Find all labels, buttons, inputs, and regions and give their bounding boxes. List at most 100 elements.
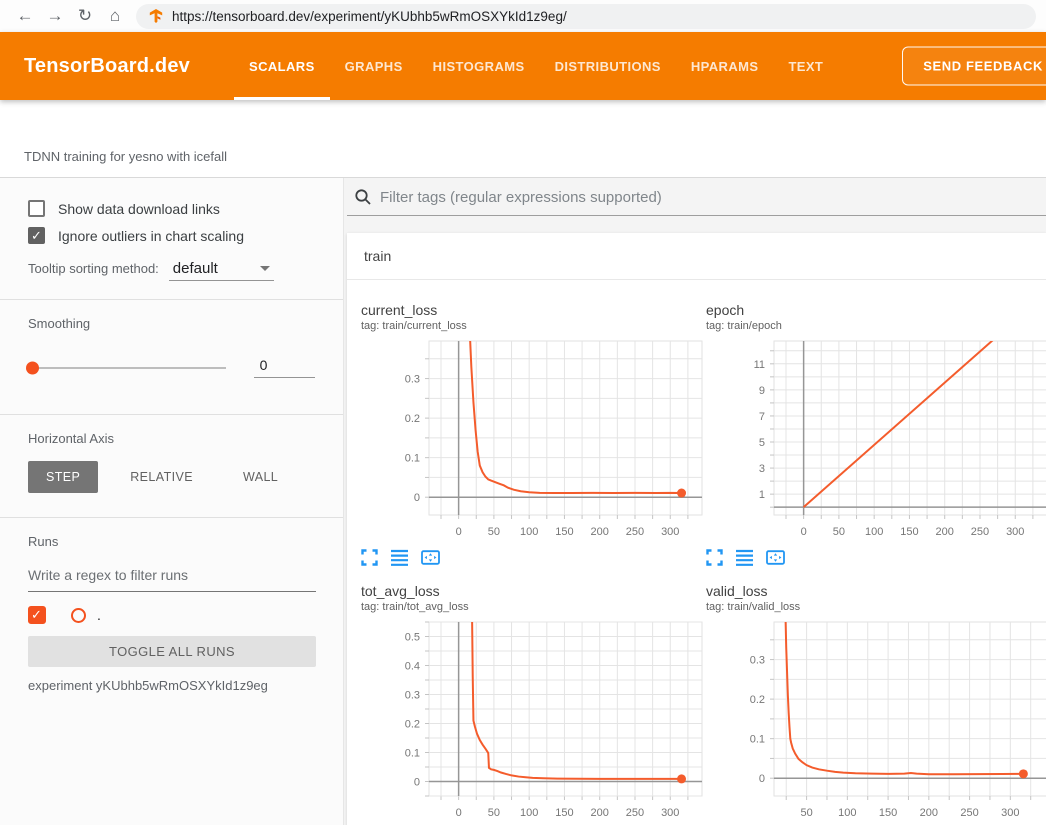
- svg-text:100: 100: [520, 807, 538, 819]
- experiment-subtitle-bar: TDNN training for yesno with icefall: [0, 100, 1046, 178]
- svg-text:0: 0: [456, 526, 462, 538]
- browser-toolbar: ← → ↻ ⌂ https://tensorboard.dev/experime…: [0, 0, 1046, 32]
- horizontal-axis-label: Horizontal Axis: [28, 431, 315, 446]
- svg-text:300: 300: [1001, 807, 1019, 819]
- chart-toolbar: [361, 549, 704, 566]
- run-checkbox-checked-icon[interactable]: [28, 606, 46, 624]
- experiment-id-label: experiment yKUbhb5wRmOSXYkId1z9eg: [28, 678, 315, 693]
- settings-sidebar: Show data download links Ignore outliers…: [0, 178, 344, 825]
- svg-text:250: 250: [960, 807, 978, 819]
- filter-tags-row: [347, 188, 1046, 216]
- tab-histograms[interactable]: HISTOGRAMS: [418, 32, 540, 100]
- checkbox-checked-icon[interactable]: [28, 227, 45, 244]
- svg-text:100: 100: [865, 526, 883, 538]
- log-scale-icon[interactable]: [391, 549, 408, 566]
- chart-canvas-valid_loss[interactable]: 5010015020025030000.10.20.3: [706, 620, 1046, 824]
- svg-text:0: 0: [759, 773, 765, 785]
- chart-canvas-epoch[interactable]: 0501001502002503001357911: [706, 339, 1046, 543]
- svg-text:0.4: 0.4: [405, 661, 420, 673]
- back-icon[interactable]: ←: [10, 0, 40, 32]
- charts-grid: current_losstag: train/current_loss05010…: [347, 280, 1046, 825]
- svg-text:1: 1: [759, 489, 765, 501]
- tab-distributions[interactable]: DISTRIBUTIONS: [540, 32, 676, 100]
- run-color-circle-icon: [71, 608, 86, 623]
- svg-text:200: 200: [591, 807, 609, 819]
- search-icon: [354, 188, 372, 206]
- log-scale-icon[interactable]: [736, 549, 753, 566]
- train-section-card: train current_losstag: train/current_los…: [347, 233, 1046, 825]
- svg-text:3: 3: [759, 463, 765, 475]
- svg-text:300: 300: [1006, 526, 1024, 538]
- show-download-links-checkbox-row[interactable]: Show data download links: [28, 200, 315, 217]
- runs-regex-input[interactable]: [28, 561, 316, 592]
- svg-text:100: 100: [520, 526, 538, 538]
- sidebar-divider: [0, 414, 343, 415]
- svg-text:50: 50: [800, 807, 812, 819]
- svg-text:250: 250: [626, 807, 644, 819]
- experiment-subtitle: TDNN training for yesno with icefall: [24, 149, 227, 164]
- run-name: .: [97, 607, 101, 623]
- svg-text:0.3: 0.3: [750, 655, 765, 667]
- horizontal-axis-button-group: STEP RELATIVE WALL: [28, 461, 315, 493]
- forward-icon[interactable]: →: [40, 0, 70, 32]
- reload-icon[interactable]: ↻: [70, 0, 100, 32]
- show-download-links-label: Show data download links: [58, 201, 220, 217]
- expand-chart-icon[interactable]: [706, 549, 723, 566]
- fit-domain-icon[interactable]: [766, 549, 785, 566]
- sidebar-divider: [0, 517, 343, 518]
- app-header: TensorBoard.dev SCALARSGRAPHSHISTOGRAMSD…: [0, 32, 1046, 100]
- chart-title: current_loss: [361, 301, 704, 319]
- chart-canvas-tot_avg_loss[interactable]: 05010015020025030000.10.20.30.40.5: [361, 620, 704, 824]
- chart-card-epoch: epochtag: train/epoch0501001502002503001…: [706, 301, 1046, 566]
- chart-card-current_loss: current_losstag: train/current_loss05010…: [361, 301, 704, 566]
- tab-scalars[interactable]: SCALARS: [234, 32, 330, 100]
- tooltip-sorting-dropdown[interactable]: default: [169, 260, 274, 281]
- svg-text:150: 150: [555, 526, 573, 538]
- svg-text:0.2: 0.2: [405, 413, 420, 425]
- tab-graphs[interactable]: GRAPHS: [330, 32, 418, 100]
- chart-title: valid_loss: [706, 582, 1046, 600]
- haxis-relative-button[interactable]: RELATIVE: [112, 461, 211, 493]
- haxis-step-button[interactable]: STEP: [28, 461, 98, 493]
- tab-bar: SCALARSGRAPHSHISTOGRAMSDISTRIBUTIONSHPAR…: [234, 32, 838, 100]
- svg-text:200: 200: [591, 526, 609, 538]
- brand-title: TensorBoard.dev: [24, 55, 190, 78]
- svg-text:7: 7: [759, 411, 765, 423]
- address-bar[interactable]: https://tensorboard.dev/experiment/yKUbh…: [136, 4, 1036, 29]
- tab-hparams[interactable]: HPARAMS: [676, 32, 774, 100]
- svg-text:150: 150: [900, 526, 918, 538]
- chart-tag-label: tag: train/valid_loss: [706, 600, 1046, 614]
- svg-text:0.2: 0.2: [750, 694, 765, 706]
- chart-tag-label: tag: train/current_loss: [361, 319, 704, 333]
- fit-domain-icon[interactable]: [421, 549, 440, 566]
- chart-card-tot_avg_loss: tot_avg_losstag: train/tot_avg_loss05010…: [361, 582, 704, 825]
- chart-toolbar: [706, 549, 1046, 566]
- smoothing-slider[interactable]: [28, 367, 226, 369]
- svg-text:0.3: 0.3: [405, 374, 420, 386]
- chevron-down-icon: [260, 266, 270, 271]
- run-list-item[interactable]: .: [28, 606, 315, 624]
- tensorboard-logo-icon: [148, 8, 164, 24]
- smoothing-slider-thumb[interactable]: [26, 361, 39, 374]
- toggle-all-runs-button[interactable]: TOGGLE ALL RUNS: [28, 636, 316, 667]
- tab-text[interactable]: TEXT: [773, 32, 838, 100]
- svg-text:250: 250: [971, 526, 989, 538]
- haxis-wall-button[interactable]: WALL: [225, 461, 296, 493]
- svg-text:0.2: 0.2: [405, 719, 420, 731]
- sidebar-divider: [0, 299, 343, 300]
- expand-chart-icon[interactable]: [361, 549, 378, 566]
- svg-text:50: 50: [833, 526, 845, 538]
- chart-tag-label: tag: train/epoch: [706, 319, 1046, 333]
- svg-text:150: 150: [555, 807, 573, 819]
- send-feedback-button[interactable]: SEND FEEDBACK: [902, 47, 1046, 86]
- svg-text:0.1: 0.1: [405, 453, 420, 465]
- home-icon[interactable]: ⌂: [100, 0, 130, 32]
- train-section-header[interactable]: train: [347, 233, 1046, 280]
- ignore-outliers-checkbox-row[interactable]: Ignore outliers in chart scaling: [28, 227, 315, 244]
- chart-canvas-current_loss[interactable]: 05010015020025030000.10.20.3: [361, 339, 704, 543]
- checkbox-unchecked-icon[interactable]: [28, 200, 45, 217]
- filter-tags-input[interactable]: [380, 189, 1046, 206]
- svg-text:300: 300: [661, 807, 679, 819]
- svg-text:5: 5: [759, 437, 765, 449]
- smoothing-value-field[interactable]: 0: [254, 357, 315, 378]
